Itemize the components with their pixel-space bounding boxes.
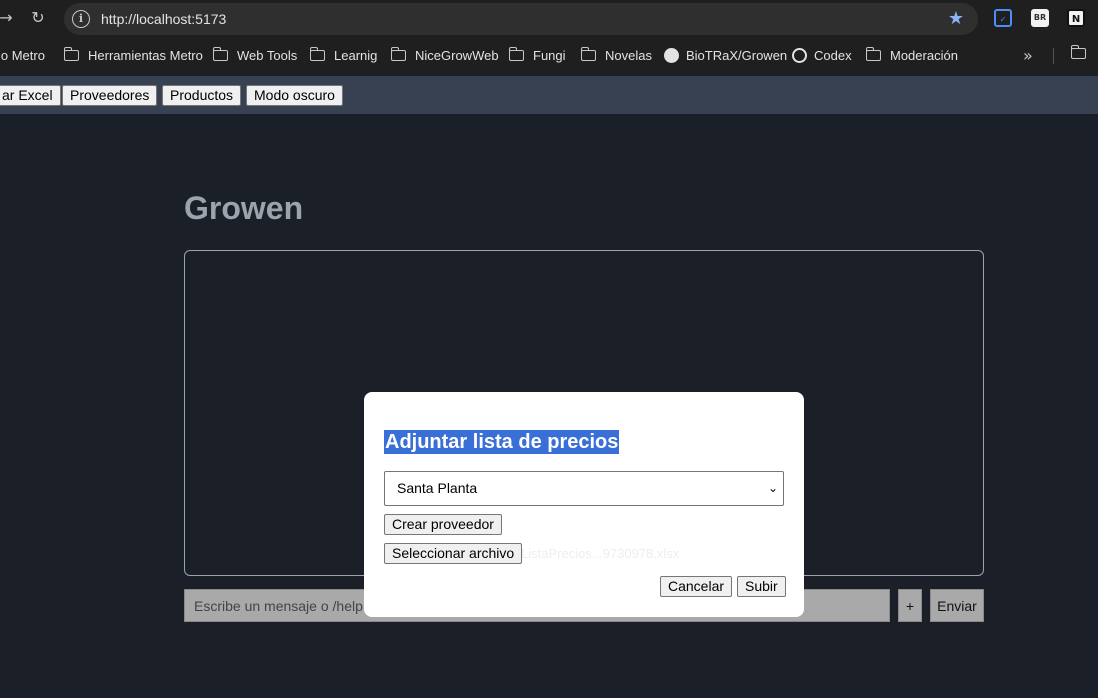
dark-mode-button[interactable]: Modo oscuro xyxy=(246,85,343,106)
bookmark-folder[interactable]: Moderación xyxy=(865,47,958,63)
bookmark-item[interactable]: Codex xyxy=(792,48,852,63)
bookmark-label: Fungi xyxy=(533,48,566,63)
bookmark-folder[interactable]: Fungi xyxy=(508,47,566,63)
folder-icon xyxy=(390,47,406,61)
bookmark-star-icon[interactable]: ★ xyxy=(948,8,964,29)
folder-icon xyxy=(508,47,524,61)
extension-br-icon[interactable]: BR xyxy=(1031,9,1049,27)
products-button[interactable]: Productos xyxy=(162,85,242,106)
page-title: Growen xyxy=(184,190,304,226)
folder-icon xyxy=(865,47,881,61)
folder-icon xyxy=(1070,45,1086,59)
folder-icon xyxy=(63,47,79,61)
folder-icon xyxy=(212,47,228,61)
submit-button[interactable]: Subir xyxy=(737,576,786,597)
bookmarks-bar: io Metro Herramientas Metro Web Tools Le… xyxy=(0,38,1098,74)
bookmark-label: NiceGrowWeb xyxy=(415,48,499,63)
send-button[interactable]: Enviar xyxy=(930,589,984,622)
import-excel-button[interactable]: ar Excel xyxy=(0,85,61,106)
chevron-down-icon: ⌄ xyxy=(767,481,778,495)
codex-icon xyxy=(792,48,807,63)
bookmark-item[interactable]: BioTRaX/Growen xyxy=(664,48,787,63)
bookmark-label: Web Tools xyxy=(237,48,298,63)
bookmarks-divider xyxy=(1053,48,1054,64)
more-bookmarks-icon[interactable]: » xyxy=(1023,46,1033,65)
cancel-button[interactable]: Cancelar xyxy=(660,576,733,597)
create-provider-button[interactable]: Crear proveedor xyxy=(384,514,502,535)
upload-price-list-modal: Adjuntar lista de precios Santa Planta ⌄… xyxy=(364,392,804,617)
app-toolbar: ar Excel Proveedores Productos Modo oscu… xyxy=(0,76,1098,114)
provider-select[interactable]: Santa Planta ⌄ xyxy=(384,471,784,506)
reload-icon[interactable]: ↻ xyxy=(28,8,48,28)
attach-button[interactable]: + xyxy=(898,589,922,622)
github-icon xyxy=(664,48,679,63)
provider-select-value: Santa Planta xyxy=(397,480,478,496)
bookmark-label: Learnig xyxy=(334,48,378,63)
bookmark-folder[interactable]: Learnig xyxy=(309,47,378,63)
browser-top-bar: → ↻ i http://localhost:5173 ★ ✓ BR N xyxy=(0,0,1098,38)
bookmark-label: Novelas xyxy=(605,48,652,63)
address-bar[interactable]: i http://localhost:5173 ★ xyxy=(64,3,978,35)
folder-icon xyxy=(580,47,596,61)
select-file-button[interactable]: Seleccionar archivo xyxy=(384,543,523,564)
bookmark-label: Herramientas Metro xyxy=(88,48,203,63)
bookmark-folder[interactable]: NiceGrowWeb xyxy=(390,47,499,63)
bookmark-label: BioTRaX/Growen xyxy=(686,48,788,63)
folder-icon xyxy=(309,47,325,61)
bookmark-label: Codex xyxy=(814,48,852,63)
selected-file-name: ListaPrecios...9730978.xlsx xyxy=(521,546,680,561)
providers-button[interactable]: Proveedores xyxy=(62,85,158,106)
modal-title: Adjuntar lista de precios xyxy=(384,430,620,454)
bookmark-item[interactable]: io Metro xyxy=(0,48,45,63)
bookmark-label: io Metro xyxy=(0,48,45,63)
site-info-icon[interactable]: i xyxy=(72,10,90,28)
bookmark-folder[interactable]: Web Tools xyxy=(212,47,298,63)
notion-icon[interactable]: N xyxy=(1067,9,1085,27)
bookmark-folder[interactable]: Herramientas Metro xyxy=(63,47,203,63)
forward-icon[interactable]: → xyxy=(0,8,16,28)
bookmark-folder[interactable]: Novelas xyxy=(580,47,652,63)
bookmark-label: Moderación xyxy=(890,48,958,63)
bookmark-folder[interactable] xyxy=(1070,45,1095,59)
extension-icon[interactable]: ✓ xyxy=(994,9,1012,27)
url-text[interactable]: http://localhost:5173 xyxy=(101,11,226,27)
